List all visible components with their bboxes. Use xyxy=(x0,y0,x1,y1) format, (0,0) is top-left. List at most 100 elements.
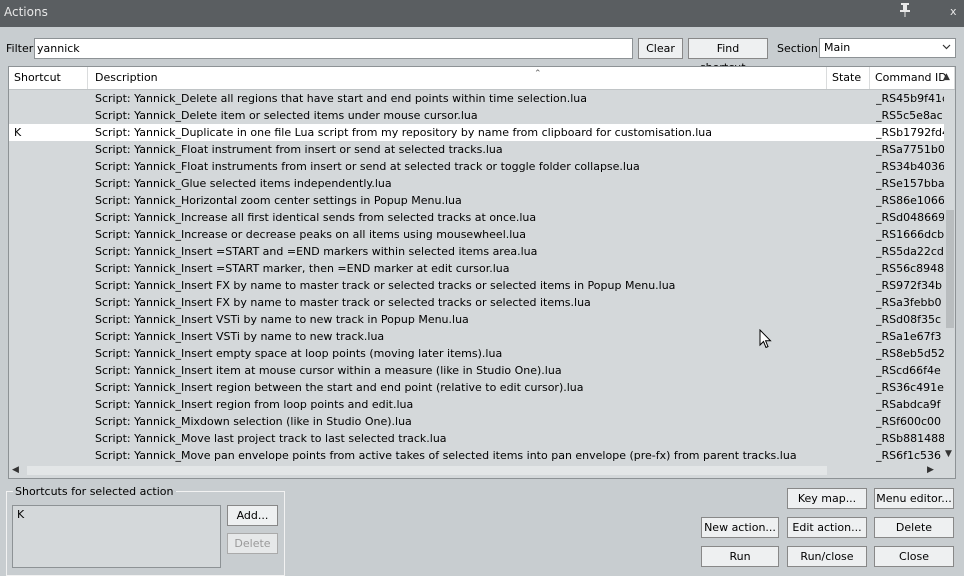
table-row[interactable]: Script: Yannick_Float instrument from in… xyxy=(9,141,944,158)
description-cell: Script: Yannick_Float instruments from i… xyxy=(95,160,640,173)
description-cell: Script: Yannick_Insert item at mouse cur… xyxy=(95,364,562,377)
close-icon[interactable]: x xyxy=(950,5,957,18)
description-cell: Script: Yannick_Insert FX by name to mas… xyxy=(95,296,591,309)
vertical-scrollbar[interactable]: ▼ xyxy=(944,90,955,463)
shortcuts-list[interactable]: K xyxy=(12,505,221,568)
description-cell: Script: Yannick_Insert =START marker, th… xyxy=(95,262,510,275)
actions-list[interactable]: Shortcut Description ⌃ State Command ID … xyxy=(8,66,956,479)
command-id-cell: _RS86e1066 xyxy=(876,194,944,207)
table-row[interactable]: Script: Yannick_Glue selected items inde… xyxy=(9,175,944,192)
horizontal-scrollbar-thumb[interactable] xyxy=(27,466,827,475)
description-cell: Script: Yannick_Move last project track … xyxy=(95,432,447,445)
window-title: Actions xyxy=(4,5,48,19)
command-id-cell: _RS34b4036 xyxy=(876,160,944,173)
table-row[interactable]: Script: Yannick_Insert FX by name to mas… xyxy=(9,277,944,294)
command-id-cell: _RSd048669 xyxy=(876,211,944,224)
command-id-cell: _RS56c8948 xyxy=(876,262,944,275)
sort-ascending-icon: ⌃ xyxy=(534,69,542,79)
new-action-button[interactable]: New action... xyxy=(701,517,779,538)
description-cell: Script: Yannick_Insert VSTi by name to n… xyxy=(95,313,469,326)
description-cell: Script: Yannick_Delete item or selected … xyxy=(95,109,478,122)
description-cell: Script: Yannick_Insert empty space at lo… xyxy=(95,347,503,360)
description-cell: Script: Yannick_Insert FX by name to mas… xyxy=(95,279,676,292)
command-id-cell: _RScd66f4e xyxy=(876,364,941,377)
table-row[interactable]: Script: Yannick_Mixdown selection (like … xyxy=(9,413,944,430)
delete-action-button[interactable]: Delete xyxy=(874,517,954,538)
command-id-cell: _RS1666dcb xyxy=(876,228,944,241)
run-close-button[interactable]: Run/close xyxy=(787,546,867,567)
command-id-cell: _RSa3febb0 xyxy=(876,296,942,309)
title-bar: Actions x xyxy=(0,0,964,27)
clear-button[interactable]: Clear xyxy=(638,38,683,59)
scroll-down-icon[interactable]: ▼ xyxy=(945,449,952,459)
table-row[interactable]: Script: Yannick_Insert FX by name to mas… xyxy=(9,294,944,311)
table-row[interactable]: Script: Yannick_Insert =START marker, th… xyxy=(9,260,944,277)
table-row[interactable]: Script: Yannick_Insert item at mouse cur… xyxy=(9,362,944,379)
description-cell: Script: Yannick_Duplicate in one file Lu… xyxy=(95,126,713,139)
run-button[interactable]: Run xyxy=(701,546,779,567)
chevron-down-icon xyxy=(942,44,951,50)
edit-action-button[interactable]: Edit action... xyxy=(787,517,867,538)
table-row[interactable]: Script: Yannick_Move pan envelope points… xyxy=(9,447,944,464)
table-row[interactable]: Script: Yannick_Horizontal zoom center s… xyxy=(9,192,944,209)
shortcut-item[interactable]: K xyxy=(17,508,216,521)
table-row[interactable]: Script: Yannick_Move last project track … xyxy=(9,430,944,447)
action-rows: Script: Yannick_Delete all regions that … xyxy=(9,90,944,464)
key-map-button[interactable]: Key map... xyxy=(787,488,867,509)
description-cell: Script: Yannick_Move pan envelope points… xyxy=(95,449,797,462)
table-row[interactable]: Script: Yannick_Insert VSTi by name to n… xyxy=(9,311,944,328)
scroll-left-icon[interactable]: ◀ xyxy=(12,465,19,475)
description-cell: Script: Yannick_Insert region between th… xyxy=(95,381,584,394)
table-row[interactable]: Script: Yannick_Insert region from loop … xyxy=(9,396,944,413)
command-id-cell: _RS5da22cd xyxy=(876,245,944,258)
horizontal-scrollbar[interactable]: ◀ ▶ xyxy=(9,463,955,478)
description-cell: Script: Yannick_Insert VSTi by name to n… xyxy=(95,330,385,343)
scroll-right-icon[interactable]: ▶ xyxy=(927,465,934,475)
menu-editor-button[interactable]: Menu editor... xyxy=(874,488,954,509)
table-row[interactable]: Script: Yannick_Insert region between th… xyxy=(9,379,944,396)
vertical-scrollbar-thumb[interactable] xyxy=(946,210,954,328)
command-id-cell: _RSf600c00 xyxy=(876,415,942,428)
column-header-shortcut[interactable]: Shortcut xyxy=(9,67,88,89)
filter-input[interactable]: yannick xyxy=(34,38,633,59)
command-id-cell: _RSb1792fd4 xyxy=(876,126,944,139)
table-row[interactable]: Script: Yannick_Insert VSTi by name to n… xyxy=(9,328,944,345)
table-row[interactable]: K Script: Yannick_Duplicate in one file L… xyxy=(9,124,944,141)
section-select[interactable]: Main xyxy=(819,38,956,58)
description-cell: Script: Yannick_Mixdown selection (like … xyxy=(95,415,412,428)
table-row[interactable]: Script: Yannick_Insert empty space at lo… xyxy=(9,345,944,362)
description-cell: Script: Yannick_Delete all regions that … xyxy=(95,92,588,105)
command-id-cell: _RS972f34b xyxy=(876,279,942,292)
command-id-cell: _RSd08f35c xyxy=(876,313,942,326)
delete-shortcut-button[interactable]: Delete xyxy=(227,533,278,554)
description-cell: Script: Yannick_Horizontal zoom center s… xyxy=(95,194,462,207)
command-id-cell: _RS5c5e8ac xyxy=(876,109,943,122)
pin-icon[interactable] xyxy=(898,2,912,18)
column-header-description[interactable]: Description ⌃ xyxy=(90,67,827,89)
table-row[interactable]: Script: Yannick_Insert =START and =END m… xyxy=(9,243,944,260)
table-row[interactable]: Script: Yannick_Delete item or selected … xyxy=(9,107,944,124)
command-id-cell: _RS6f1c536 xyxy=(876,449,942,462)
find-shortcut-button[interactable]: Find shortcut... xyxy=(688,38,768,74)
command-id-cell: _RSb881488 xyxy=(876,432,944,445)
column-header-state[interactable]: State xyxy=(827,67,870,89)
description-cell: Script: Yannick_Insert =START and =END m… xyxy=(95,245,538,258)
mouse-pointer-icon xyxy=(759,329,772,349)
command-id-cell: _RSabdca9f xyxy=(876,398,941,411)
column-header-description-label: Description xyxy=(95,71,158,84)
table-row[interactable]: Script: Yannick_Float instruments from i… xyxy=(9,158,944,175)
table-row[interactable]: Script: Yannick_Increase or decrease pea… xyxy=(9,226,944,243)
description-cell: Script: Yannick_Glue selected items inde… xyxy=(95,177,392,190)
table-row[interactable]: Script: Yannick_Delete all regions that … xyxy=(9,90,944,107)
shortcuts-group-title: Shortcuts for selected action xyxy=(13,485,176,498)
filter-label: Filter: xyxy=(6,42,37,55)
list-header: Shortcut Description ⌃ State Command ID … xyxy=(9,67,955,90)
command-id-cell: _RSa7751b0 xyxy=(876,143,944,156)
command-id-cell: _RS36c491e xyxy=(876,381,944,394)
description-cell: Script: Yannick_Float instrument from in… xyxy=(95,143,503,156)
add-shortcut-button[interactable]: Add... xyxy=(227,505,278,526)
close-button[interactable]: Close xyxy=(874,546,954,567)
scroll-up-icon[interactable]: ▲ xyxy=(943,72,950,82)
table-row[interactable]: Script: Yannick_Increase all first ident… xyxy=(9,209,944,226)
section-value: Main xyxy=(824,41,851,54)
